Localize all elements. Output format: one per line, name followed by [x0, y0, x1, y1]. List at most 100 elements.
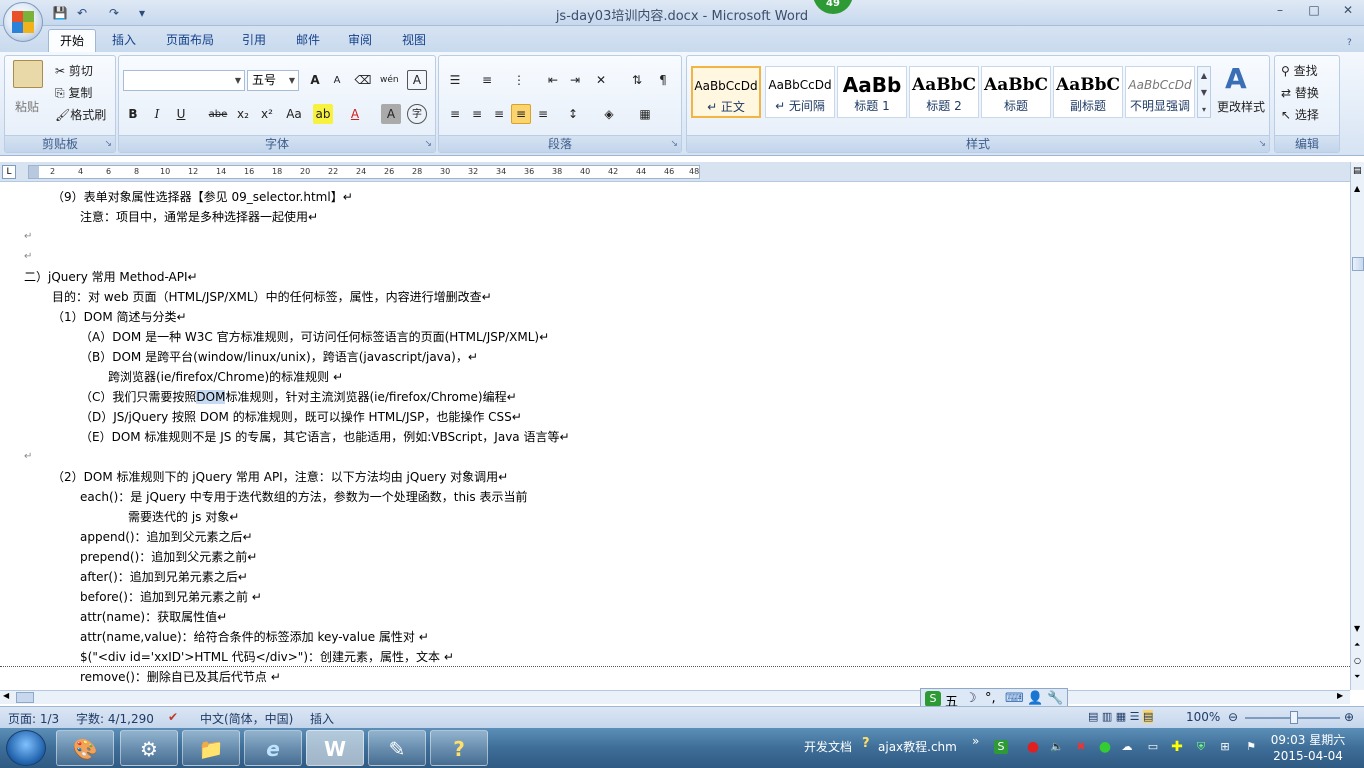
plus-tray-icon[interactable]: ✚ [1170, 740, 1184, 754]
style-subtitle[interactable]: AaBbC 副标题 [1053, 66, 1123, 118]
taskbar-app-paint[interactable]: 🎨 [56, 730, 114, 766]
increase-indent-icon[interactable]: ⇥ [565, 70, 585, 90]
taskbar-app-notepad[interactable]: ✎ [368, 730, 426, 766]
font-size-combo[interactable]: 五号 ▼ [247, 70, 299, 91]
volume-icon[interactable]: 🔈 [1050, 740, 1064, 754]
dialog-launcher-icon[interactable]: ↘ [424, 139, 432, 149]
numbering-icon[interactable]: ≡ [477, 70, 497, 90]
grow-font-button[interactable]: A [305, 70, 325, 90]
sogou-tray-icon[interactable]: S [994, 740, 1008, 754]
shrink-font-button[interactable]: A [327, 70, 347, 90]
style-no-spacing[interactable]: AaBbCcDd ↵ 无间隔 [765, 66, 835, 118]
selected-text[interactable]: DOM [196, 390, 226, 404]
zoom-in-icon[interactable]: ⊕ [1344, 710, 1354, 724]
strikethrough-button[interactable]: abe [205, 104, 231, 124]
chinese-layout-icon[interactable]: ✕ [591, 70, 611, 90]
scroll-right-icon[interactable]: ▶ [1337, 691, 1343, 700]
style-heading-1[interactable]: AaBb 标题 1 [837, 66, 907, 118]
scroll-left-icon[interactable]: ◀ [3, 691, 9, 700]
minimize-button[interactable]: – [1268, 3, 1292, 21]
flag-icon[interactable]: ⚑ [1244, 740, 1258, 754]
replace-button[interactable]: ⇄ 替换 [1281, 84, 1319, 101]
italic-button[interactable]: I [147, 104, 167, 124]
ruler-bar[interactable]: 2 4 6 8 10 12 14 16 18 20 22 24 26 28 30… [28, 165, 700, 179]
soft-keyboard-icon[interactable]: ⌨ [1005, 691, 1024, 706]
align-right-icon[interactable]: ≡ [489, 104, 509, 124]
system-clock[interactable]: 09:03 星期六 2015-04-04 [1268, 732, 1348, 764]
superscript-button[interactable]: x² [257, 104, 277, 124]
tab-selector-icon[interactable]: L [2, 165, 16, 179]
tab-references[interactable]: 引用 [234, 29, 274, 52]
half-width-icon[interactable]: ☽ [965, 691, 977, 706]
select-button[interactable]: ↖ 选择 [1281, 106, 1319, 123]
monitor-icon[interactable]: ▭ [1146, 740, 1160, 754]
maximize-button[interactable]: □ [1302, 3, 1326, 21]
style-title[interactable]: AaBbC 标题 [981, 66, 1051, 118]
word-count[interactable]: 字数: 4/1,290 [76, 710, 154, 727]
network-icon[interactable]: ⊞ [1218, 740, 1232, 754]
sort-icon[interactable]: ⇅ [627, 70, 647, 90]
scroll-down-icon[interactable]: ▼ [1354, 624, 1360, 633]
tray-app-label[interactable]: ajax教程.chm [878, 738, 957, 755]
styles-scroll[interactable]: ▲ ▼ ▾ [1197, 66, 1211, 118]
format-painter-button[interactable]: 🖌格式刷 [55, 106, 106, 123]
tab-home[interactable]: 开始 [48, 29, 96, 52]
multilevel-list-icon[interactable]: ⋮ [509, 70, 529, 90]
font-color-button[interactable]: A [345, 104, 365, 124]
horizontal-scrollbar[interactable]: ◀ ▶ [0, 690, 1350, 704]
network-error-icon[interactable]: ✖ [1074, 740, 1088, 754]
insert-mode[interactable]: 插入 [310, 710, 334, 727]
tray-expand-icon[interactable]: » [972, 734, 979, 748]
tab-insert[interactable]: 插入 [104, 29, 144, 52]
user-icon[interactable]: 👤 [1027, 691, 1043, 706]
settings-icon[interactable]: 🔧 [1047, 691, 1063, 706]
tray-label[interactable]: 开发文档 [804, 738, 852, 755]
browse-object-icon[interactable]: ○ [1354, 656, 1361, 665]
punctuation-icon[interactable]: °, [985, 691, 996, 706]
dialog-launcher-icon[interactable]: ↘ [670, 139, 678, 149]
taskbar-app-word[interactable]: W [306, 730, 364, 766]
taskbar-app-help[interactable]: ? [430, 730, 488, 766]
record-icon[interactable]: ● [1026, 740, 1040, 754]
zoom-out-icon[interactable]: ⊖ [1228, 710, 1238, 724]
phonetic-guide-button[interactable]: wén [379, 70, 399, 90]
align-center-icon[interactable]: ≡ [467, 104, 487, 124]
borders-icon[interactable]: ▦ [635, 104, 655, 124]
style-subtle-emphasis[interactable]: AaBbCcDd 不明显强调 [1125, 66, 1195, 118]
bold-button[interactable]: B [123, 104, 143, 124]
shading-icon[interactable]: ◈ [599, 104, 619, 124]
line-spacing-icon[interactable]: ↕ [563, 104, 583, 124]
document-area[interactable]: （9）表单对象属性选择器【参见 09_selector.html】↵ 注意：项目… [0, 184, 1350, 690]
language-indicator[interactable]: 中文(简体，中国) [200, 710, 293, 727]
start-button[interactable] [6, 730, 46, 766]
copy-button[interactable]: ⎘ 复制 [55, 84, 92, 101]
char-shading-button[interactable]: A [381, 104, 401, 124]
cut-button[interactable]: ✂ 剪切 [55, 62, 93, 79]
view-buttons[interactable]: ▤ ▥ ▦ ☰ ▤ [1088, 710, 1154, 723]
taskbar-app-eclipse[interactable]: ⚙ [120, 730, 178, 766]
clear-format-icon[interactable]: ⌫ [353, 70, 373, 90]
bullets-icon[interactable]: ☰ [445, 70, 465, 90]
tab-mailings[interactable]: 邮件 [288, 29, 328, 52]
taskbar-app-explorer[interactable]: 📁 [182, 730, 240, 766]
find-button[interactable]: ⚲ 查找 [1281, 62, 1318, 79]
help-icon[interactable]: ? [1347, 38, 1352, 48]
align-left-icon[interactable]: ≡ [445, 104, 465, 124]
dialog-launcher-icon[interactable]: ↘ [104, 139, 112, 149]
underline-button[interactable]: U [171, 104, 191, 124]
next-page-icon[interactable]: ⏷ [1354, 672, 1360, 682]
vertical-scroll-thumb[interactable] [1352, 257, 1364, 271]
prev-page-icon[interactable]: ⏶ [1354, 640, 1360, 650]
decrease-indent-icon[interactable]: ⇤ [543, 70, 563, 90]
sogou-icon[interactable]: S [925, 691, 941, 707]
weather-icon[interactable]: ☁ [1120, 740, 1134, 754]
change-styles-button[interactable]: 更改样式 [1217, 98, 1265, 115]
tab-page-layout[interactable]: 页面布局 [158, 29, 222, 52]
paste-button[interactable]: 粘贴 [15, 98, 39, 115]
justify-icon[interactable]: ≡ [511, 104, 531, 124]
horizontal-scroll-thumb[interactable] [16, 692, 34, 703]
change-case-button[interactable]: Aa [281, 104, 307, 124]
close-button[interactable]: ✕ [1336, 3, 1360, 21]
tab-review[interactable]: 审阅 [340, 29, 380, 52]
dialog-launcher-icon[interactable]: ↘ [1258, 139, 1266, 149]
